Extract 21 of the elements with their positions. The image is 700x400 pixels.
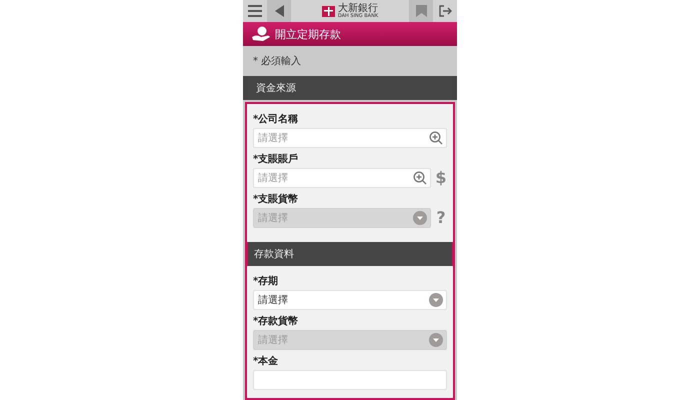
page-title: 開立定期存款 xyxy=(275,26,341,42)
field-label: *支賬賬戶 xyxy=(253,152,300,166)
dropdown-icon[interactable] xyxy=(429,293,443,307)
bank-logo-icon xyxy=(322,6,335,16)
field-label: *支賬貨幣 xyxy=(253,192,300,206)
field-label: *存期 xyxy=(253,274,280,288)
field-label: *公司名稱 xyxy=(253,112,300,126)
side-icon[interactable]: $ xyxy=(435,170,447,186)
section-title: 資金來源 xyxy=(256,82,296,95)
field-label: *本金 xyxy=(253,354,280,368)
input-field[interactable] xyxy=(253,370,447,390)
zoom-in-icon[interactable] xyxy=(413,171,427,185)
zoom-in-icon[interactable] xyxy=(429,131,443,145)
bank-name: 大新銀行 xyxy=(338,4,378,14)
back-icon[interactable] xyxy=(267,0,291,22)
field-label: *存款貨幣 xyxy=(253,314,300,328)
dropdown-field[interactable]: 請選擇 xyxy=(253,290,447,310)
search-field[interactable]: 請選擇 xyxy=(253,168,431,188)
section-title: 存款資料 xyxy=(254,248,294,261)
required-note: * 必須輸入 xyxy=(253,54,302,68)
search-field[interactable]: 請選擇 xyxy=(253,128,447,148)
